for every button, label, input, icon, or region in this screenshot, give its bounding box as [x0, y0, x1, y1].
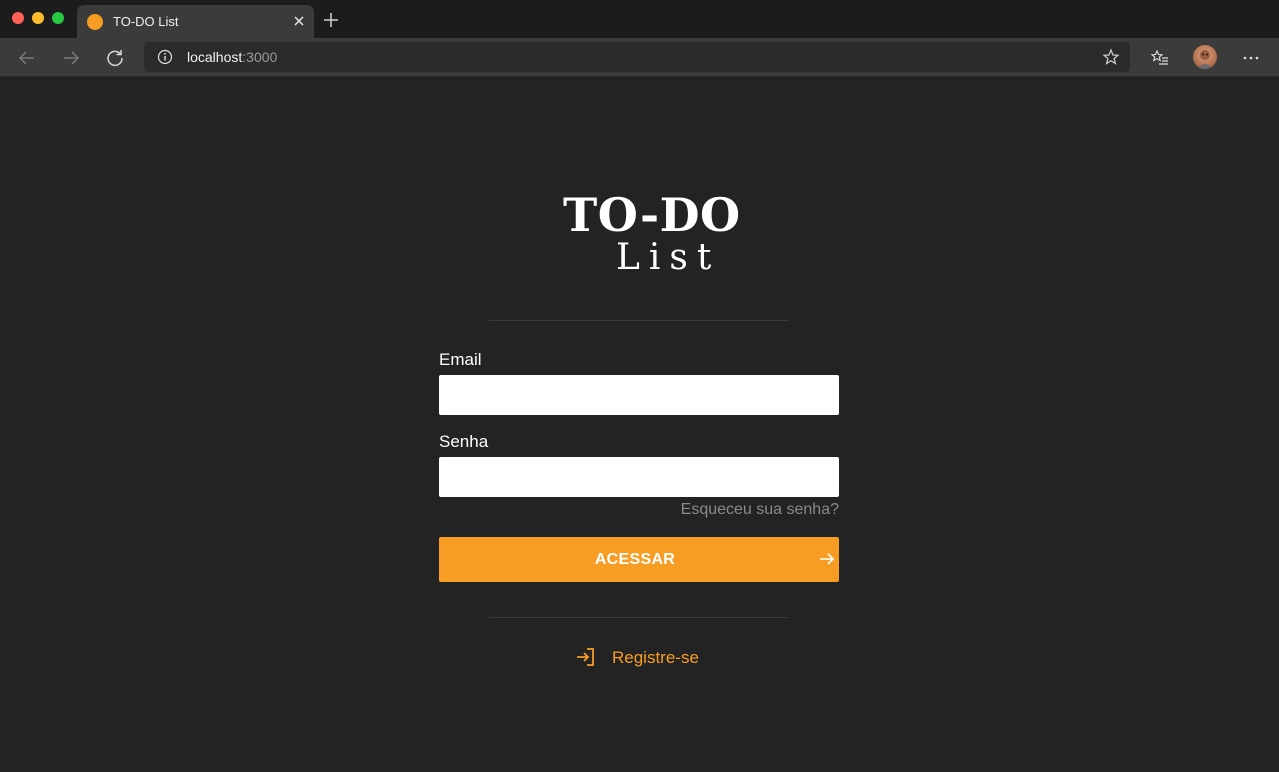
bottom-divider — [489, 617, 789, 618]
back-arrow-icon[interactable] — [16, 47, 38, 69]
logo-subtitle: List — [616, 237, 721, 278]
email-label: Email — [439, 350, 482, 369]
tab-close-icon[interactable] — [292, 12, 306, 30]
browser-tab-bar: TO-DO List — [0, 0, 1279, 38]
top-divider — [489, 320, 789, 321]
more-options-icon[interactable] — [1241, 48, 1261, 68]
url-port: :3000 — [242, 49, 278, 65]
browser-toolbar: localhost:3000 — [0, 38, 1279, 77]
login-button[interactable]: ACESSAR — [439, 537, 839, 582]
profile-avatar[interactable] — [1193, 45, 1217, 69]
browser-tab[interactable]: TO-DO List — [77, 5, 314, 38]
window-minimize-button[interactable] — [32, 12, 44, 24]
window-maximize-button[interactable] — [52, 12, 64, 24]
email-input[interactable] — [439, 375, 839, 415]
url-host: localhost — [187, 49, 243, 65]
new-tab-plus-icon[interactable] — [323, 12, 339, 28]
password-input[interactable] — [439, 457, 839, 497]
favorite-star-icon[interactable] — [1102, 48, 1120, 66]
password-label: Senha — [439, 432, 489, 451]
register-link-label: Registre-se — [612, 648, 699, 667]
forward-arrow-icon[interactable] — [60, 47, 82, 69]
logo-title: TO-DO — [563, 188, 741, 242]
arrow-right-icon — [818, 550, 836, 568]
address-bar[interactable]: localhost:3000 — [144, 42, 1130, 72]
favicon-icon — [87, 14, 103, 30]
login-page: TO-DO List Email Senha Esqueceu sua senh… — [0, 77, 1279, 772]
window-close-button[interactable] — [12, 12, 24, 24]
forgot-password-link[interactable]: Esqueceu sua senha? — [681, 500, 839, 520]
reload-icon[interactable] — [104, 47, 126, 69]
favorites-list-icon[interactable] — [1150, 48, 1170, 68]
tab-title: TO-DO List — [113, 14, 179, 29]
site-info-icon[interactable] — [157, 49, 173, 65]
log-in-icon — [575, 646, 597, 668]
address-url: localhost:3000 — [187, 49, 277, 65]
login-button-label: ACESSAR — [594, 551, 676, 568]
